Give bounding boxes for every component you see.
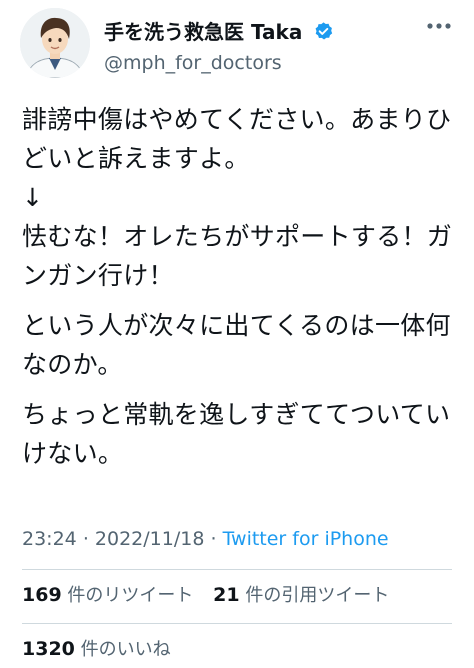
quote-count: 21 [213, 584, 240, 606]
tweet-source-link[interactable]: Twitter for iPhone [223, 528, 389, 550]
more-options-icon[interactable] [426, 22, 452, 30]
verified-badge-icon [315, 22, 333, 40]
tweet-line: 怯むな！オレたちがサポートする！ガンガン行け！ [22, 222, 453, 290]
retweet-label: 件のリツイート [67, 585, 194, 606]
tweet-text: 誹謗中傷はやめてください。あまりひどいと訴えますよ。 ↓ 怯むな！オレたちがサポ… [22, 100, 458, 484]
tweet-meta: 23:24 · 2022/11/18 · Twitter for iPhone [22, 527, 389, 551]
engagement-stats-row: 169 件のリツイート 21 件の引用ツイート [22, 583, 403, 608]
likes-stats-row: 1320 件のいいね [22, 637, 185, 662]
tweet-header: 手を洗う救急医 Taka @mph_for_doctors [20, 8, 454, 80]
author-name-text: 手を洗う救急医 Taka [104, 20, 303, 44]
tweet-date[interactable]: 2022/11/18 [95, 528, 205, 550]
tweet-paragraph: という人が次々に出てくるのは一体何なのか。 [22, 311, 451, 379]
quote-label: 件の引用ツイート [245, 585, 390, 606]
avatar[interactable] [20, 8, 90, 78]
author-handle[interactable]: @mph_for_doctors [104, 52, 282, 74]
meta-separator: · [210, 528, 217, 550]
quote-stat[interactable]: 21 件の引用ツイート [213, 584, 390, 606]
meta-separator: · [82, 528, 89, 550]
doctor-avatar-illustration [20, 8, 90, 78]
divider [22, 623, 452, 624]
like-stat[interactable]: 1320 件のいいね [22, 638, 171, 660]
tweet-time[interactable]: 23:24 [22, 528, 77, 550]
tweet-arrow: ↓ [22, 183, 44, 212]
retweet-count: 169 [22, 584, 62, 606]
divider [22, 569, 452, 570]
tweet-paragraph: ちょっと常軌を逸しすぎててついていけない。 [22, 400, 451, 468]
like-count: 1320 [22, 638, 75, 660]
like-label: 件のいいね [80, 639, 171, 660]
author-name[interactable]: 手を洗う救急医 Taka [104, 20, 334, 44]
tweet-line: 誹謗中傷はやめてください。あまりひどいと訴えますよ。 [22, 105, 452, 173]
tweet-paragraph: 誹謗中傷はやめてください。あまりひどいと訴えますよ。 ↓ 怯むな！オレたちがサポ… [22, 100, 458, 295]
retweet-stat[interactable]: 169 件のリツイート [22, 584, 194, 606]
